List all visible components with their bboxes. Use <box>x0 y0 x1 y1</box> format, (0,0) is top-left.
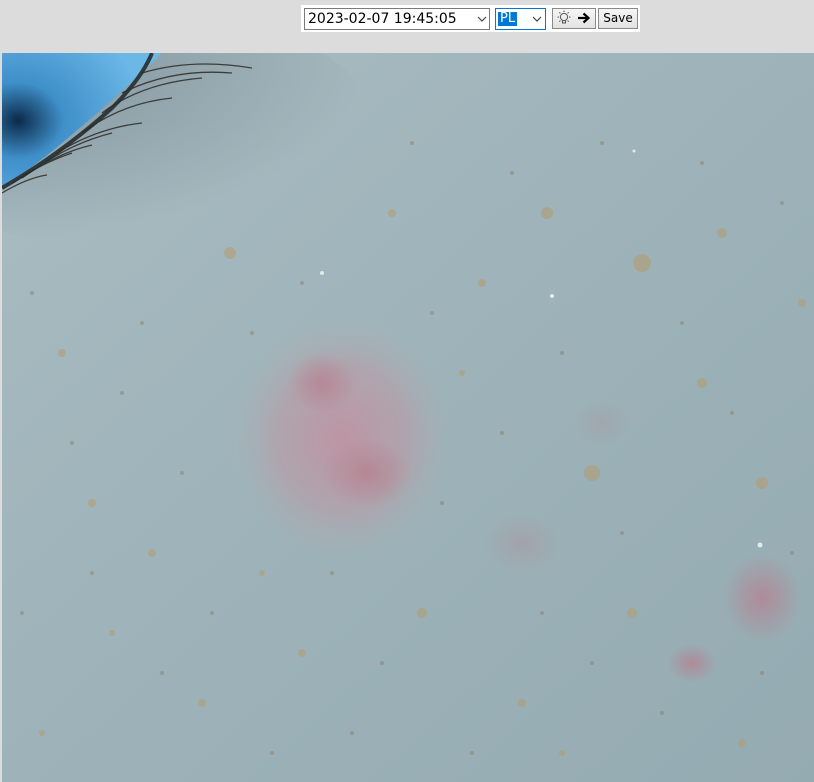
toolbar: 2023-02-07 19:45:05 PL Save <box>301 5 640 32</box>
datetime-select[interactable]: 2023-02-07 19:45:05 <box>304 8 490 30</box>
mode-select[interactable]: PL <box>495 8 546 30</box>
toolbar-area: 2023-02-07 19:45:05 PL Save <box>0 0 814 53</box>
skin-closeup-image <box>2 53 814 782</box>
save-button[interactable]: Save <box>598 8 638 29</box>
arrow-right-icon <box>578 12 591 24</box>
chevron-down-icon <box>532 16 542 22</box>
chevron-down-icon <box>477 16 487 22</box>
camera-image-view <box>2 53 814 782</box>
datetime-value: 2023-02-07 19:45:05 <box>308 11 457 27</box>
mode-value: PL <box>498 11 518 26</box>
light-toggle-button[interactable] <box>552 8 596 29</box>
